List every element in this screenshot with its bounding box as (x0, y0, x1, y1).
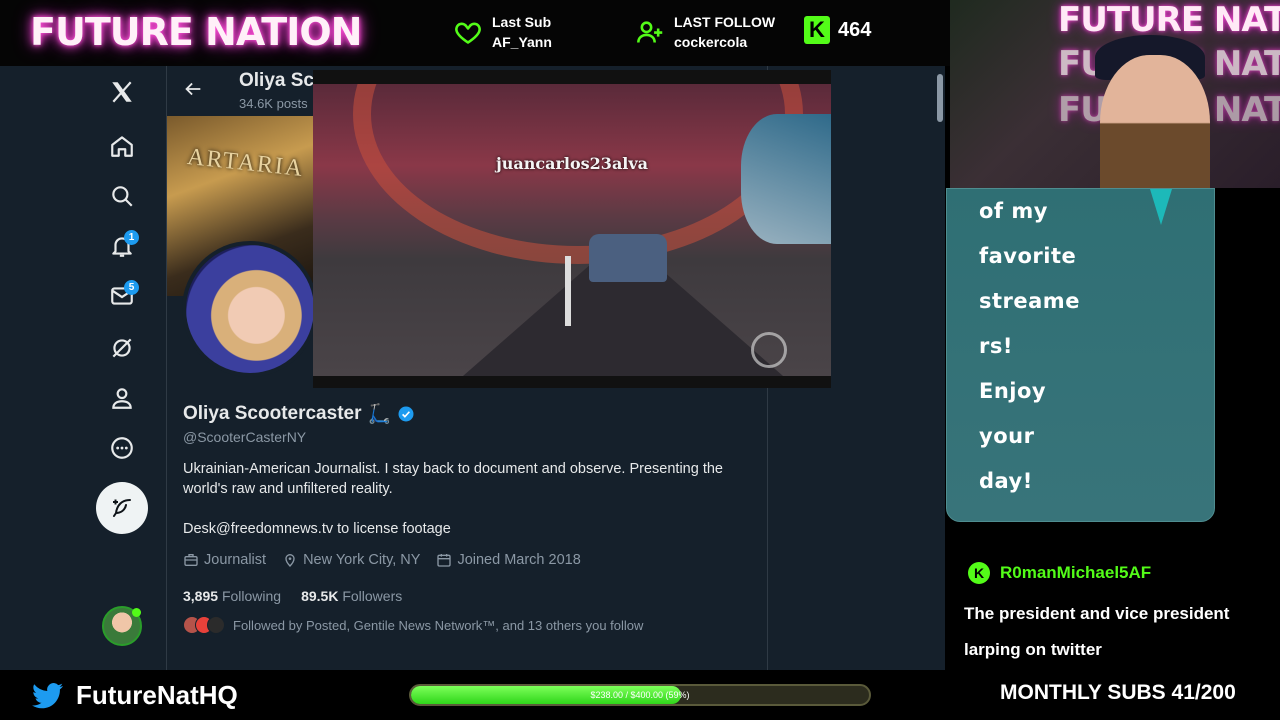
profile-name-row: Oliya Scootercaster 🛴 (183, 402, 415, 426)
feather-icon (113, 499, 131, 517)
streamer-image (1100, 55, 1210, 188)
profession-text: Journalist (204, 552, 267, 568)
header-profile-name: Oliya Scootercaster (239, 70, 313, 91)
scooter-emoji: 🛴 (367, 404, 392, 425)
bottom-overlay-bar: FutureNatHQ $238.00 / $400.00 (59%) MONT… (0, 670, 1280, 720)
notifications-icon[interactable]: 1 (96, 226, 148, 266)
video-popup[interactable]: juancarlos23alva (313, 70, 831, 388)
last-sub-widget: Last Sub AF_Yann (454, 12, 552, 52)
car-image (589, 234, 667, 282)
follow-counts: 3,895 Following 89.5K Followers (183, 588, 402, 604)
bubble-line: your (979, 424, 1035, 448)
monthly-subs-goal: MONTHLY SUBS 41/200 (1000, 681, 1236, 704)
last-sub-title: Last Sub (492, 14, 552, 30)
followed-by-row[interactable]: Followed by Posted, Gentile News Network… (183, 616, 643, 634)
joined-item: Joined March 2018 (436, 552, 581, 568)
webcam-feed: FUTURE NATION FUTURE NATION FUTURE NATIO… (950, 0, 1280, 188)
location-text: New York City, NY (303, 552, 421, 568)
progress-label: $238.00 / $400.00 (59%) (590, 690, 690, 700)
mutual-avatars (183, 616, 225, 634)
bubble-line: favorite (979, 244, 1077, 268)
messages-icon[interactable]: 5 (96, 276, 148, 316)
bubble-line: of my (979, 199, 1048, 223)
more-icon[interactable] (96, 428, 148, 468)
chat-username: R0manMichael5AF (1000, 563, 1152, 582)
chat-message-text: The president and vice president larping… (964, 604, 1230, 659)
compose-post-button[interactable] (96, 482, 148, 534)
bubble-line: Enjoy (979, 379, 1047, 403)
kick-logo-icon: K (804, 16, 830, 44)
chat-message: K R0manMichael5AF The president and vice… (946, 522, 1280, 670)
chat-bubble: of my favorite streame rs! Enjoy your da… (946, 188, 1215, 522)
webcam-sign: FUTURE NATION (1058, 0, 1280, 40)
add-user-icon (637, 21, 663, 43)
top-overlay-bar: FUTURE NATION Last Sub AF_Yann LAST FOLL… (0, 0, 950, 66)
followers-count: 89.5K (301, 588, 339, 604)
profile-name: Oliya Scootercaster (183, 403, 362, 424)
messages-badge: 5 (124, 280, 139, 295)
online-indicator (132, 608, 141, 617)
profile-bio: Ukrainian-American Journalist. I stay ba… (183, 461, 723, 497)
home-icon[interactable] (96, 126, 148, 166)
followers-link[interactable]: 89.5K Followers (301, 588, 402, 604)
bubble-line: rs! (979, 334, 1013, 358)
profile-icon[interactable] (96, 378, 148, 418)
last-follow-widget: LAST FOLLOW cockercola (636, 12, 775, 52)
search-icon[interactable] (96, 176, 148, 216)
x-logo-icon[interactable] (96, 72, 148, 112)
account-avatar[interactable] (102, 606, 142, 646)
stream-overlay: FUTURE NATION Last Sub AF_Yann LAST FOLL… (0, 0, 1280, 720)
followers-label: Followers (342, 588, 403, 604)
calendar-icon (437, 554, 452, 567)
viewer-count: 464 (838, 18, 872, 41)
last-follow-name: cockercola (674, 34, 748, 50)
kick-badge-icon: K (968, 562, 990, 584)
twitter-sidebar: 1 5 (96, 66, 148, 670)
following-count: 3,895 (183, 588, 219, 604)
seal-icon (751, 332, 787, 368)
verified-badge-icon (398, 406, 414, 422)
last-sub-name: AF_Yann (492, 34, 552, 50)
briefcase-icon (184, 554, 198, 566)
profession-item: Journalist (183, 552, 266, 568)
page-scrollbar[interactable] (935, 66, 945, 670)
joined-text: Joined March 2018 (457, 552, 581, 568)
twitter-handle: FutureNatHQ (32, 680, 238, 711)
last-follow-title: LAST FOLLOW (674, 14, 776, 30)
video-frame: juancarlos23alva (313, 84, 831, 376)
profile-contact: Desk@freedomnews.tv to license footage (183, 521, 451, 537)
profile-meta: Journalist New York City, NY Joined Marc… (183, 552, 581, 568)
heart-icon (455, 22, 481, 44)
twitter-handle-text: FutureNatHQ (76, 680, 238, 710)
followed-by-text: Followed by Posted, Gentile News Network… (233, 617, 644, 633)
profile-handle: @ScooterCasterNY (183, 429, 307, 445)
grok-icon[interactable] (96, 328, 148, 368)
bubble-text: of my favorite streame rs! Enjoy your da… (979, 189, 1199, 504)
notifications-badge: 1 (124, 230, 139, 245)
donation-progress-bar: $238.00 / $400.00 (59%) (409, 684, 871, 706)
video-watermark: juancarlos23alva (495, 154, 649, 173)
following-link[interactable]: 3,895 Following (183, 588, 281, 604)
location-item: New York City, NY (282, 552, 420, 568)
kick-viewer-count: K 464 (804, 16, 871, 44)
back-arrow-icon[interactable] (182, 78, 204, 100)
bubble-line: streame (979, 289, 1080, 313)
header-post-count: 34.6K posts (239, 96, 308, 111)
banner-sign-text: ARTARIA (186, 143, 306, 183)
location-pin-icon (285, 554, 295, 567)
brand-logo: FUTURE NATION (30, 10, 362, 54)
following-label: Following (221, 588, 282, 604)
chat-user: K R0manMichael5AF (968, 562, 1151, 584)
bubble-line: day! (979, 469, 1033, 493)
twitter-bird-icon (32, 682, 63, 708)
profile-avatar[interactable] (182, 241, 318, 377)
